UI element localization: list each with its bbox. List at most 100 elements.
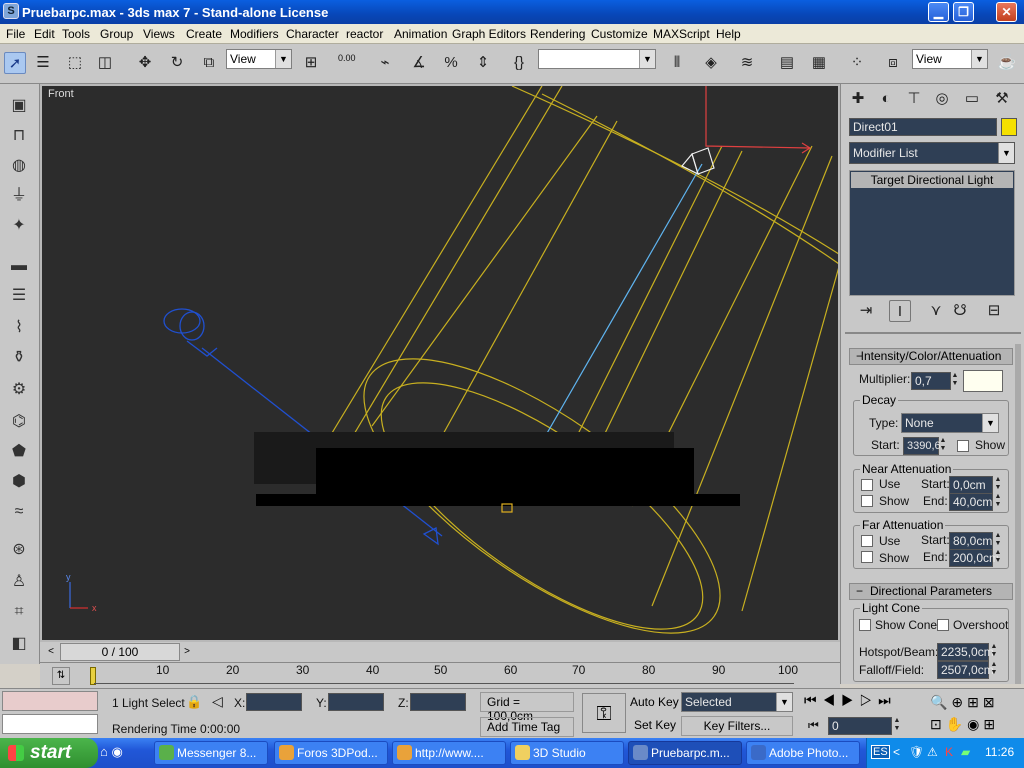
select-by-name-icon[interactable]: ☰ (32, 52, 54, 74)
lock-selection-icon[interactable]: 🔒 (186, 694, 202, 710)
layer-manager-icon[interactable]: ≋ (736, 52, 758, 74)
key-mode-dropdown[interactable]: Selected ▼ (681, 692, 793, 712)
near-use-checkbox[interactable] (861, 479, 873, 491)
remove-modifier-icon[interactable]: ☋ (949, 300, 971, 322)
task-3dsmax[interactable]: Pruebarpc.m... (628, 741, 742, 765)
menu-rendering[interactable]: Rendering (530, 27, 585, 41)
named-selection-icon[interactable]: {} (508, 52, 530, 74)
tube-icon[interactable]: ⌇ (6, 316, 32, 340)
bone-icon[interactable]: ⌗ (6, 600, 32, 624)
menu-reactor[interactable]: reactor (346, 27, 383, 41)
configure-sets-icon[interactable]: ⊟ (983, 300, 1005, 322)
title-bar[interactable]: S Pruebarpc.max - 3ds max 7 - Stand-alon… (0, 0, 1024, 24)
object-color-swatch[interactable] (1001, 118, 1017, 136)
star-icon[interactable]: ✦ (6, 214, 32, 238)
time-slider[interactable]: < 0 / 100 > (40, 642, 840, 662)
make-unique-icon[interactable]: ⋎ (925, 300, 947, 322)
quick-render-icon[interactable]: ☕ (996, 52, 1018, 74)
current-frame-field[interactable]: 0 (828, 717, 892, 735)
plane-icon[interactable]: ⏚ (6, 184, 32, 208)
hedra-icon[interactable]: ⬟ (6, 440, 32, 464)
dummy-icon[interactable]: ◧ (6, 632, 32, 656)
display-tab-icon[interactable]: ▭ (961, 88, 983, 110)
object-name-field[interactable]: Direct01 (849, 118, 997, 136)
show-cone-checkbox[interactable] (859, 619, 871, 631)
far-start-spinner[interactable]: ▲ ▼ (994, 532, 1002, 550)
select-object-icon[interactable]: ➚ (4, 52, 26, 74)
stairs-icon[interactable]: ☰ (6, 284, 32, 308)
y-coord-field[interactable] (328, 693, 384, 711)
angle-snap-icon[interactable]: ∡ (408, 52, 430, 74)
curve-editor-icon[interactable]: ▤ (776, 52, 798, 74)
modifier-stack[interactable]: Target Directional Light (849, 170, 1015, 296)
menu-file[interactable]: File (6, 27, 25, 41)
maxscript-listener-white[interactable] (2, 714, 98, 734)
add-time-tag-button[interactable]: Add Time Tag (480, 717, 574, 737)
rotate-icon[interactable]: ↻ (166, 52, 188, 74)
move-icon[interactable]: ✥ (134, 52, 156, 74)
multiplier-field[interactable]: 0,7 (911, 372, 951, 390)
torus-knot-icon[interactable]: ⊛ (6, 538, 32, 562)
tray-arrow-icon[interactable]: < (893, 745, 900, 759)
menu-create[interactable]: Create (186, 27, 222, 41)
menu-maxscript[interactable]: MAXScript (653, 27, 710, 41)
maxscript-listener-pink[interactable] (2, 691, 98, 711)
show-end-result-icon[interactable]: I (889, 300, 911, 322)
percent-snap-icon[interactable]: % (440, 52, 462, 74)
start-button[interactable]: start (0, 738, 98, 768)
viewport-navigation-controls[interactable]: 🔍⊕⊞⊠ ⊡✋◉⊞ (930, 691, 1024, 737)
hotspot-field[interactable]: 2235,0cm (937, 643, 994, 661)
frame-spinner[interactable]: ▲ ▼ (893, 717, 901, 735)
light-color-swatch[interactable] (963, 370, 1003, 392)
spinner-snap-icon[interactable]: ⇕ (472, 52, 494, 74)
named-selection-dropdown[interactable]: ▼ (538, 49, 656, 69)
material-editor-icon[interactable]: ⁘ (846, 52, 868, 74)
menu-animation[interactable]: Animation (394, 27, 447, 41)
auto-key-button[interactable]: Auto Key (630, 695, 680, 711)
menu-tools[interactable]: Tools (62, 27, 90, 41)
near-start-spinner[interactable]: ▲ ▼ (994, 476, 1002, 494)
far-end-spinner[interactable]: ▲ ▼ (994, 549, 1002, 567)
pin-stack-icon[interactable]: ⇥ (855, 300, 877, 322)
absolute-mode-icon[interactable]: ◁ (212, 693, 223, 710)
decay-show-checkbox[interactable] (957, 440, 969, 452)
scale-icon[interactable]: ⧉ (198, 52, 220, 74)
task-photoshop[interactable]: Adobe Photo... (746, 741, 860, 765)
wave-icon[interactable]: ≈ (6, 500, 32, 524)
intensity-rollout-header[interactable]: − Intensity/Color/Attenuation (849, 348, 1013, 365)
utilities-tab-icon[interactable]: ⚒ (991, 88, 1013, 110)
near-start-field[interactable]: 0,0cm (949, 476, 993, 494)
create-tab-icon[interactable]: ✚ (847, 88, 869, 110)
falloff-spinner[interactable]: ▲ ▼ (990, 661, 998, 679)
command-panel-scrollbar[interactable] (1015, 344, 1021, 684)
decay-start-spinner[interactable]: ▲ ▼ (939, 437, 947, 455)
set-key-button[interactable]: Set Key (634, 718, 680, 734)
menu-graph-editors[interactable]: Graph Editors (452, 27, 526, 41)
language-indicator[interactable]: ES (871, 745, 890, 759)
time-slider-thumb[interactable]: 0 / 100 (60, 643, 180, 661)
menu-group[interactable]: Group (100, 27, 133, 41)
hotspot-spinner[interactable]: ▲ ▼ (990, 643, 998, 661)
near-end-field[interactable]: 40,0cm (949, 493, 993, 511)
far-show-checkbox[interactable] (861, 551, 873, 563)
time-next-icon[interactable]: > (180, 644, 194, 660)
minimize-button[interactable]: ▁ (928, 2, 949, 22)
gear-icon[interactable]: ⚙ (6, 378, 32, 402)
spinner-snap-label[interactable]: 0.00 (338, 53, 356, 63)
schematic-view-icon[interactable]: ▦ (808, 52, 830, 74)
task-firefox-foros[interactable]: Foros 3DPod... (274, 741, 388, 765)
box-icon[interactable]: ▣ (6, 94, 32, 118)
directional-rollout-header[interactable]: − Directional Parameters (849, 583, 1013, 600)
render-type-dropdown[interactable]: View ▼ (912, 49, 988, 69)
stack-item[interactable]: Target Directional Light (851, 172, 1013, 188)
reference-coord-dropdown[interactable]: View ▼ (226, 49, 292, 69)
warning-icon[interactable]: ⚠ (927, 745, 938, 759)
overshoot-checkbox[interactable] (937, 619, 949, 631)
task-3d-studio-folder[interactable]: 3D Studio (510, 741, 624, 765)
modify-tab-icon[interactable]: ◐ (875, 88, 897, 110)
far-end-field[interactable]: 200,0cm (949, 549, 999, 567)
z-coord-field[interactable] (410, 693, 466, 711)
near-end-spinner[interactable]: ▲ ▼ (994, 493, 1002, 511)
key-filters-button[interactable]: Key Filters... (681, 716, 793, 736)
modifier-list-dropdown[interactable]: Modifier List ▼ (849, 142, 1015, 164)
